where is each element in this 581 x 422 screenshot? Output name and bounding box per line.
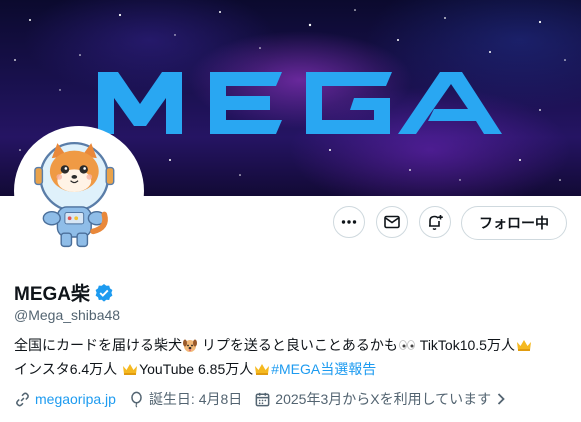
chevron-right-icon (498, 393, 505, 405)
bell-plus-icon (429, 215, 443, 230)
eyes-emoji-icon (398, 337, 416, 359)
profile-name-row: MEGA柴 (14, 279, 114, 306)
shiba-astronaut-avatar (18, 130, 140, 252)
balloon-icon (131, 391, 142, 408)
bio-text-1: 全国にカードを届ける柴犬 (14, 337, 182, 353)
birthday-item: 誕生日: 4月8日 (128, 389, 242, 409)
display-name: MEGA柴 (14, 284, 91, 305)
bio-text-2: リプを送ると良いことあるかも (198, 337, 398, 353)
user-handle: @Mega_shiba48 (14, 307, 121, 323)
notify-button[interactable] (419, 206, 451, 238)
profile-avatar[interactable] (14, 126, 144, 256)
birthday-text: 誕生日: 4月8日 (148, 391, 243, 407)
following-button[interactable]: フォロー中 (461, 206, 567, 240)
website-link[interactable]: megaoripa.jp (35, 391, 116, 407)
hashtag-link[interactable]: #MEGA当選報告 (271, 361, 376, 377)
crown-emoji-icon (121, 361, 139, 383)
more-icon (341, 220, 357, 224)
profile-meta: megaoripa.jp 誕生日: 4月8日 2025年3月からXを利用していま… (14, 389, 519, 409)
joined-item[interactable]: 2025年3月からXを利用しています (254, 389, 507, 409)
crown-emoji-icon (253, 361, 271, 383)
bio-text-5: YouTube 6.85万人 (139, 361, 254, 377)
website-item[interactable]: megaoripa.jp (14, 391, 116, 408)
bio-text-3: TikTok10.5万人 (415, 337, 515, 353)
bio-text-4: インスタ6.4万人 (14, 361, 122, 377)
mail-icon (384, 215, 400, 229)
joined-text: 2025年3月からXを利用しています (275, 391, 492, 407)
more-button[interactable] (333, 206, 365, 238)
crown-emoji-icon (515, 337, 533, 359)
profile-bio: 全国にカードを届ける柴犬 リプを送ると良いことあるかも TikTok10.5万人… (14, 335, 574, 383)
verified-badge-icon[interactable] (94, 283, 114, 303)
link-icon (16, 392, 29, 406)
message-button[interactable] (376, 206, 408, 238)
dog-face-emoji-icon (182, 337, 198, 359)
calendar-icon (255, 392, 270, 406)
